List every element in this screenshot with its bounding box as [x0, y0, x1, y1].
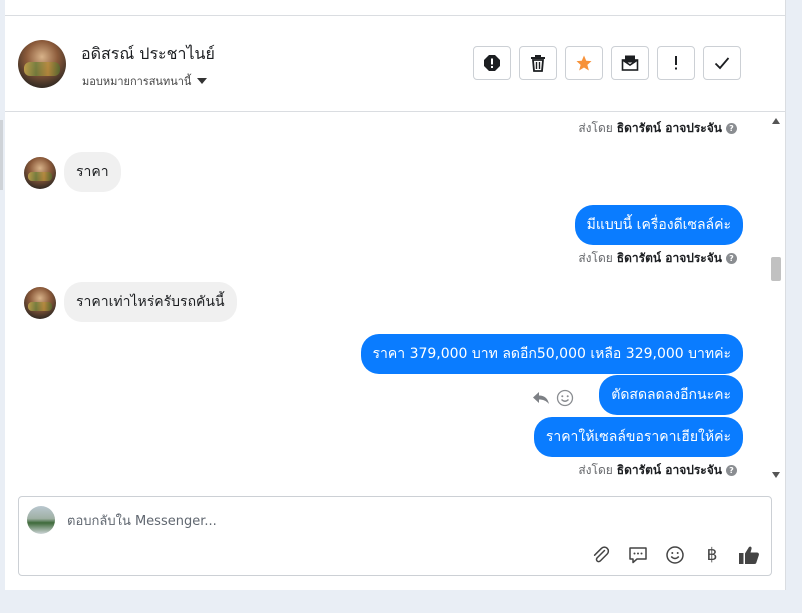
assign-conversation-dropdown[interactable]: มอบหมายการสนทนานี้: [82, 72, 208, 90]
attach-button[interactable]: [589, 544, 613, 566]
paperclip-icon: [593, 546, 610, 563]
outgoing-message[interactable]: ตัดสดลดลงอีกนะคะ: [599, 375, 743, 415]
sent-by-line: ส่งโดย ธิดารัตน์ อาจประจัน ?: [578, 249, 737, 268]
message-hover-tools: [532, 389, 574, 407]
reply-icon[interactable]: [532, 390, 550, 406]
contact-avatar[interactable]: [18, 40, 66, 88]
conversation-panel: อดิสรณ์ ประชาไนย์ มอบหมายการสนทนานี้ ส่ง…: [0, 0, 786, 590]
follow-up-button[interactable]: [565, 46, 603, 80]
sent-by-name: ธิดารัตน์ อาจประจัน: [616, 121, 722, 135]
reply-composer: ฿: [18, 496, 772, 576]
caret-down-icon: [197, 78, 208, 84]
saved-replies-button[interactable]: [626, 544, 650, 566]
mail-icon: [621, 55, 639, 71]
speech-bubble-icon: [629, 547, 647, 564]
sent-by-prefix: ส่งโดย: [578, 463, 613, 477]
baht-icon: ฿: [706, 545, 718, 565]
star-icon: [576, 55, 592, 71]
mark-unread-button[interactable]: [611, 46, 649, 80]
help-icon[interactable]: ?: [726, 123, 737, 134]
alert-icon: [484, 55, 500, 71]
outgoing-message[interactable]: ราคา 379,000 บาท ลดอีก50,000 เหลือ 329,0…: [360, 334, 743, 374]
important-button[interactable]: [657, 46, 695, 80]
incoming-message[interactable]: ราคาเท่าไหร่ครับรถคันนี้: [64, 282, 237, 322]
smiley-icon: [666, 546, 684, 564]
left-edge-marker: [0, 120, 3, 190]
incoming-message[interactable]: ราคา: [64, 152, 121, 192]
scroll-thumb[interactable]: [771, 257, 781, 281]
emoji-button[interactable]: [663, 544, 687, 566]
sent-by-line: ส่งโดย ธิดารัตน์ อาจประจัน ?: [578, 119, 737, 138]
help-icon[interactable]: ?: [726, 253, 737, 264]
sent-by-prefix: ส่งโดย: [578, 121, 613, 135]
delete-button[interactable]: [519, 46, 557, 80]
done-button[interactable]: [703, 46, 741, 80]
scroll-down-arrow-icon[interactable]: [772, 472, 780, 478]
check-icon: [714, 57, 730, 70]
outgoing-message[interactable]: ราคาให้เซลล์ขอราคาเฮียให้ค่ะ: [533, 417, 743, 457]
reply-input[interactable]: [65, 510, 569, 532]
composer-tools: ฿: [589, 544, 761, 566]
scroll-up-arrow-icon[interactable]: [772, 118, 780, 124]
outgoing-message[interactable]: มีแบบนี้ เครื่องดีเซลล์ค่ะ: [574, 205, 743, 245]
like-button[interactable]: [737, 544, 761, 566]
react-icon[interactable]: [556, 389, 574, 407]
conversation-header: อดิสรณ์ ประชาไนย์ มอบหมายการสนทนานี้: [5, 16, 785, 112]
sent-by-prefix: ส่งโดย: [578, 251, 613, 265]
sender-avatar[interactable]: [24, 157, 56, 189]
thumbs-up-icon: [739, 546, 759, 564]
help-icon[interactable]: ?: [726, 465, 737, 476]
spam-button[interactable]: [473, 46, 511, 80]
header-actions: [473, 46, 741, 80]
assign-label: มอบหมายการสนทนานี้: [82, 75, 192, 88]
message-thread[interactable]: ส่งโดย ธิดารัตน์ อาจประจัน ? ราคา มีแบบน…: [5, 112, 767, 484]
sender-avatar[interactable]: [24, 287, 56, 319]
thread-scrollbar[interactable]: [769, 112, 783, 484]
sent-by-line: ส่งโดย ธิดารัตน์ อาจประจัน ?: [578, 461, 737, 480]
sent-by-name: ธิดารัตน์ อาจประจัน: [616, 463, 722, 477]
payment-button[interactable]: ฿: [700, 544, 724, 566]
trash-icon: [531, 55, 545, 72]
contact-name[interactable]: อดิสรณ์ ประชาไนย์: [81, 42, 215, 67]
sent-by-name: ธิดารัตน์ อาจประจัน: [616, 251, 722, 265]
page-avatar: [27, 506, 55, 534]
exclamation-icon: [675, 56, 677, 70]
